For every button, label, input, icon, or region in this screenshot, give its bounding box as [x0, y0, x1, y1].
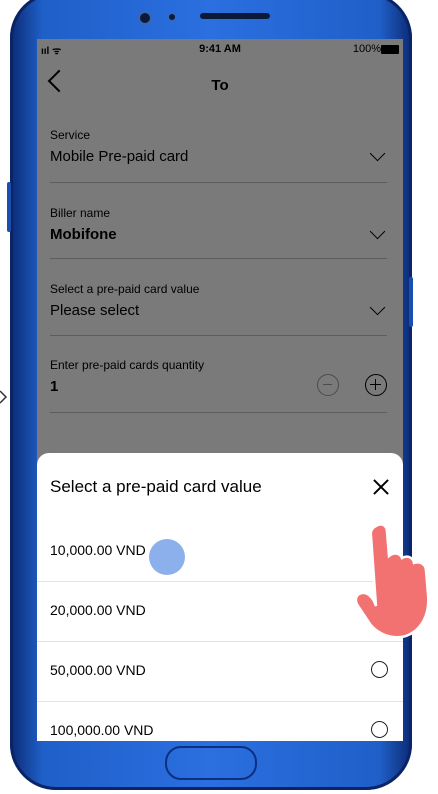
phone-top-sensors	[120, 6, 300, 30]
status-bar: ııl ᯤ 9:41 AM 100%	[37, 39, 403, 61]
option-label: 50,000.00 VND	[50, 662, 146, 678]
sheet-title: Select a pre-paid card value	[50, 477, 262, 496]
service-value: Mobile Pre-paid card	[50, 148, 189, 165]
minus-circle-icon[interactable]	[317, 374, 339, 396]
quantity-label: Enter pre-paid cards quantity	[50, 358, 205, 372]
tap-indicator	[149, 539, 185, 575]
chevron-down-icon	[369, 223, 386, 240]
option-row[interactable]: 10,000.00 VND	[37, 522, 403, 582]
biller-label: Biller name	[50, 206, 111, 220]
app-screen: ııl ᯤ 9:41 AM 100% To Service Mobile Pre…	[37, 39, 403, 741]
pointing-hand-icon	[354, 523, 430, 639]
service-label: Service	[50, 128, 91, 142]
status-time: 9:41 AM	[199, 43, 241, 55]
option-row[interactable]: 100,000.00 VND	[37, 702, 403, 741]
power-button	[409, 277, 413, 327]
quantity-value: 1	[50, 378, 59, 395]
biller-value: Mobifone	[50, 226, 117, 243]
option-row[interactable]: 20,000.00 VND	[37, 582, 403, 642]
radio-button[interactable]	[371, 661, 388, 678]
chevron-down-icon	[369, 299, 386, 316]
card-value-sheet: Select a pre-paid card value 10,000.00 V…	[37, 453, 403, 741]
card-value-placeholder: Please select	[50, 302, 140, 319]
page-title: To	[211, 77, 229, 94]
quantity-field[interactable]: Enter pre-paid cards quantity 1	[50, 358, 387, 413]
option-label: 100,000.00 VND	[50, 722, 154, 738]
battery-level: 100%	[352, 43, 381, 55]
home-button	[165, 746, 257, 780]
card-value-label: Select a pre-paid card value	[50, 282, 200, 296]
radio-button[interactable]	[371, 721, 388, 738]
sensor-icon	[168, 13, 176, 21]
biller-field[interactable]: Biller name Mobifone	[50, 206, 387, 259]
plus-circle-icon[interactable]	[365, 374, 387, 396]
option-row[interactable]: 50,000.00 VND	[37, 642, 403, 702]
camera-icon	[138, 11, 152, 25]
chevron-down-icon	[369, 145, 386, 162]
option-label: 10,000.00 VND	[50, 542, 146, 558]
card-value-select[interactable]: Select a pre-paid card value Please sele…	[50, 282, 387, 336]
service-field[interactable]: Service Mobile Pre-paid card	[50, 128, 387, 183]
battery-icon	[381, 45, 399, 54]
speaker-grille	[200, 13, 270, 19]
close-icon[interactable]	[373, 479, 389, 495]
arrow-icon	[0, 390, 8, 404]
volume-button	[7, 182, 11, 232]
option-label: 20,000.00 VND	[50, 602, 146, 618]
nav-bar: To	[37, 61, 403, 111]
